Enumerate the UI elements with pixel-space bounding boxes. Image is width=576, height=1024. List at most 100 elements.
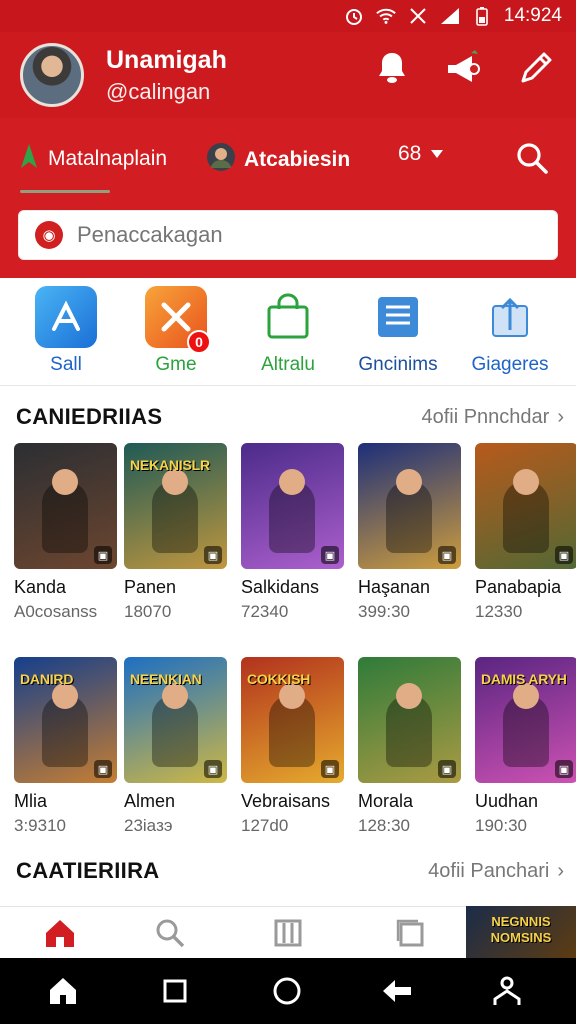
game-thumbnail: NEKANISLR ▣ — [124, 443, 227, 569]
back-arrow-icon[interactable] — [380, 974, 414, 1008]
corner-badge-icon: ▣ — [555, 760, 573, 778]
corner-badge-icon: ▣ — [438, 760, 456, 778]
section-title: CAATIERIIRA — [16, 858, 160, 883]
green-arrow-icon — [18, 142, 40, 176]
avatar-icon — [206, 142, 236, 178]
quick-action-label: Altralu — [261, 354, 315, 375]
user-handle: @calingan — [106, 78, 211, 104]
corner-badge-icon: ▣ — [204, 760, 222, 778]
avatar[interactable] — [20, 43, 84, 107]
game-card[interactable]: DANIRD ▣ Mlia 3:9310 — [14, 657, 120, 836]
game-thumbnail: DAMIS ARYH ▣ — [475, 657, 576, 783]
game-thumbnail: ▣ — [475, 443, 576, 569]
quick-action-gncinims[interactable]: Gncinims — [340, 286, 456, 376]
section-header: CAATIERIIRA 4ofii Panchari › — [16, 858, 564, 884]
corner-badge-icon: ▣ — [555, 546, 573, 564]
game-card[interactable]: NEENKIAN ▣ Almen 23iaзэ — [124, 657, 230, 836]
quick-actions: Sall 0 Gme Altralu Gncinims Giageres — [0, 278, 576, 386]
notification-badge: 0 — [187, 330, 211, 354]
system-nav-bar — [0, 958, 576, 1024]
tab-label: Atcabiesin — [244, 148, 351, 171]
promo-text: NEGNNIS NOMSINS — [490, 914, 552, 945]
game-card[interactable]: ▣ Haşanan 399:30 — [358, 443, 464, 622]
game-count: 190:30 — [475, 816, 527, 835]
game-thumbnail: ▣ — [14, 443, 117, 569]
game-count: A0cosanss — [14, 602, 98, 621]
character-head — [52, 469, 78, 495]
game-thumbnail: ▣ — [358, 657, 461, 783]
game-thumbnail: ▣ — [241, 443, 344, 569]
tab-label: 68 — [398, 142, 422, 165]
quick-action-label: Giageres — [471, 354, 549, 375]
game-card[interactable]: COKKISH ▣ Vebraisans 127d0 — [241, 657, 347, 836]
character-head — [513, 469, 539, 495]
game-count: 399:30 — [358, 602, 410, 621]
section-header: CANIEDRIIAS 4ofii Pnnchdar › — [16, 404, 564, 430]
accessibility-icon[interactable] — [490, 974, 524, 1008]
alarm-icon — [344, 6, 364, 26]
section-see-all[interactable]: 4ofii Pnnchdar › — [421, 406, 564, 429]
corner-badge-icon: ▣ — [94, 760, 112, 778]
tab-count-dropdown[interactable]: 68 — [398, 142, 445, 166]
character-head — [279, 469, 305, 495]
tab-search-bar: Matalnaplain Atcabiesin 68 ◉ — [0, 118, 576, 278]
shopping-bag-icon — [257, 286, 319, 348]
signal-icon — [440, 6, 460, 26]
game-card[interactable]: DAMIS ARYH ▣ Uudhan 190:30 — [475, 657, 576, 836]
corner-badge-icon: ▣ — [321, 760, 339, 778]
quick-action-sall[interactable]: Sall — [8, 286, 124, 376]
megaphone-icon[interactable] — [444, 48, 484, 88]
promo-banner[interactable]: NEGNNIS NOMSINS — [466, 906, 576, 958]
tab-matalnaplain[interactable]: Matalnaplain — [18, 142, 167, 176]
thumbnail-title: COKKISH — [247, 671, 311, 687]
pages-tab-icon[interactable] — [392, 915, 428, 951]
search-input[interactable] — [77, 222, 537, 248]
library-tab-icon[interactable] — [270, 915, 306, 951]
search-icon[interactable] — [514, 140, 550, 176]
game-name: Uudhan — [475, 791, 539, 811]
game-name: Panabapia — [475, 577, 562, 597]
game-card[interactable]: ▣ Morala 128:30 — [358, 657, 464, 836]
game-card[interactable]: ▣ Salkidans 72340 — [241, 443, 347, 622]
game-count: 127d0 — [241, 816, 289, 835]
quick-action-altralu[interactable]: Altralu — [230, 286, 346, 376]
section-title: CANIEDRIIAS — [16, 404, 163, 429]
game-thumbnail: ▣ — [358, 443, 461, 569]
corner-badge-icon: ▣ — [321, 546, 339, 564]
home-tab-icon[interactable] — [42, 915, 78, 951]
header-actions — [372, 48, 556, 88]
corner-badge-icon: ▣ — [204, 546, 222, 564]
corner-badge-icon: ▣ — [438, 546, 456, 564]
tools-icon: 0 — [145, 286, 211, 354]
upload-document-icon — [479, 286, 541, 348]
game-card[interactable]: ▣ Panabapia 12330 — [475, 443, 576, 622]
thumbnail-title: NEENKIAN — [130, 671, 202, 687]
game-count: 3:9310 — [14, 816, 66, 835]
section-see-all[interactable]: 4ofii Panchari › — [428, 860, 564, 883]
search-tab-icon[interactable] — [152, 915, 188, 951]
system-home-icon[interactable] — [46, 974, 80, 1008]
home-circle-icon[interactable] — [270, 974, 304, 1008]
edit-pencil-icon[interactable] — [516, 48, 556, 88]
recents-square-icon[interactable] — [158, 974, 192, 1008]
game-name: Mlia — [14, 791, 48, 811]
notification-bell-icon[interactable] — [372, 48, 412, 88]
chevron-right-icon: › — [557, 859, 564, 882]
game-count: 23iaзэ — [124, 816, 173, 835]
quick-action-label: Gme — [155, 354, 197, 375]
game-name: Salkidans — [241, 577, 320, 597]
quick-action-gme[interactable]: 0 Gme — [118, 286, 234, 376]
game-name: Vebraisans — [241, 791, 331, 811]
game-thumbnail: COKKISH ▣ — [241, 657, 344, 783]
battery-icon — [472, 6, 492, 26]
corner-badge-icon: ▣ — [94, 546, 112, 564]
thumbnail-title: NEKANISLR — [130, 457, 210, 473]
tab-atcabiesin[interactable]: Atcabiesin — [206, 142, 350, 178]
app-screen: 14:924 Unamigah @calingan Matalnaplain A… — [0, 0, 576, 1024]
quick-action-label: Gncinims — [358, 354, 438, 375]
game-count: 12330 — [475, 602, 523, 621]
game-card[interactable]: ▣ Kanda A0cosanss — [14, 443, 120, 622]
quick-action-giageres[interactable]: Giageres — [452, 286, 568, 376]
section-link-label: 4ofii Panchari — [428, 859, 550, 882]
game-card[interactable]: NEKANISLR ▣ Panen 18070 — [124, 443, 230, 622]
